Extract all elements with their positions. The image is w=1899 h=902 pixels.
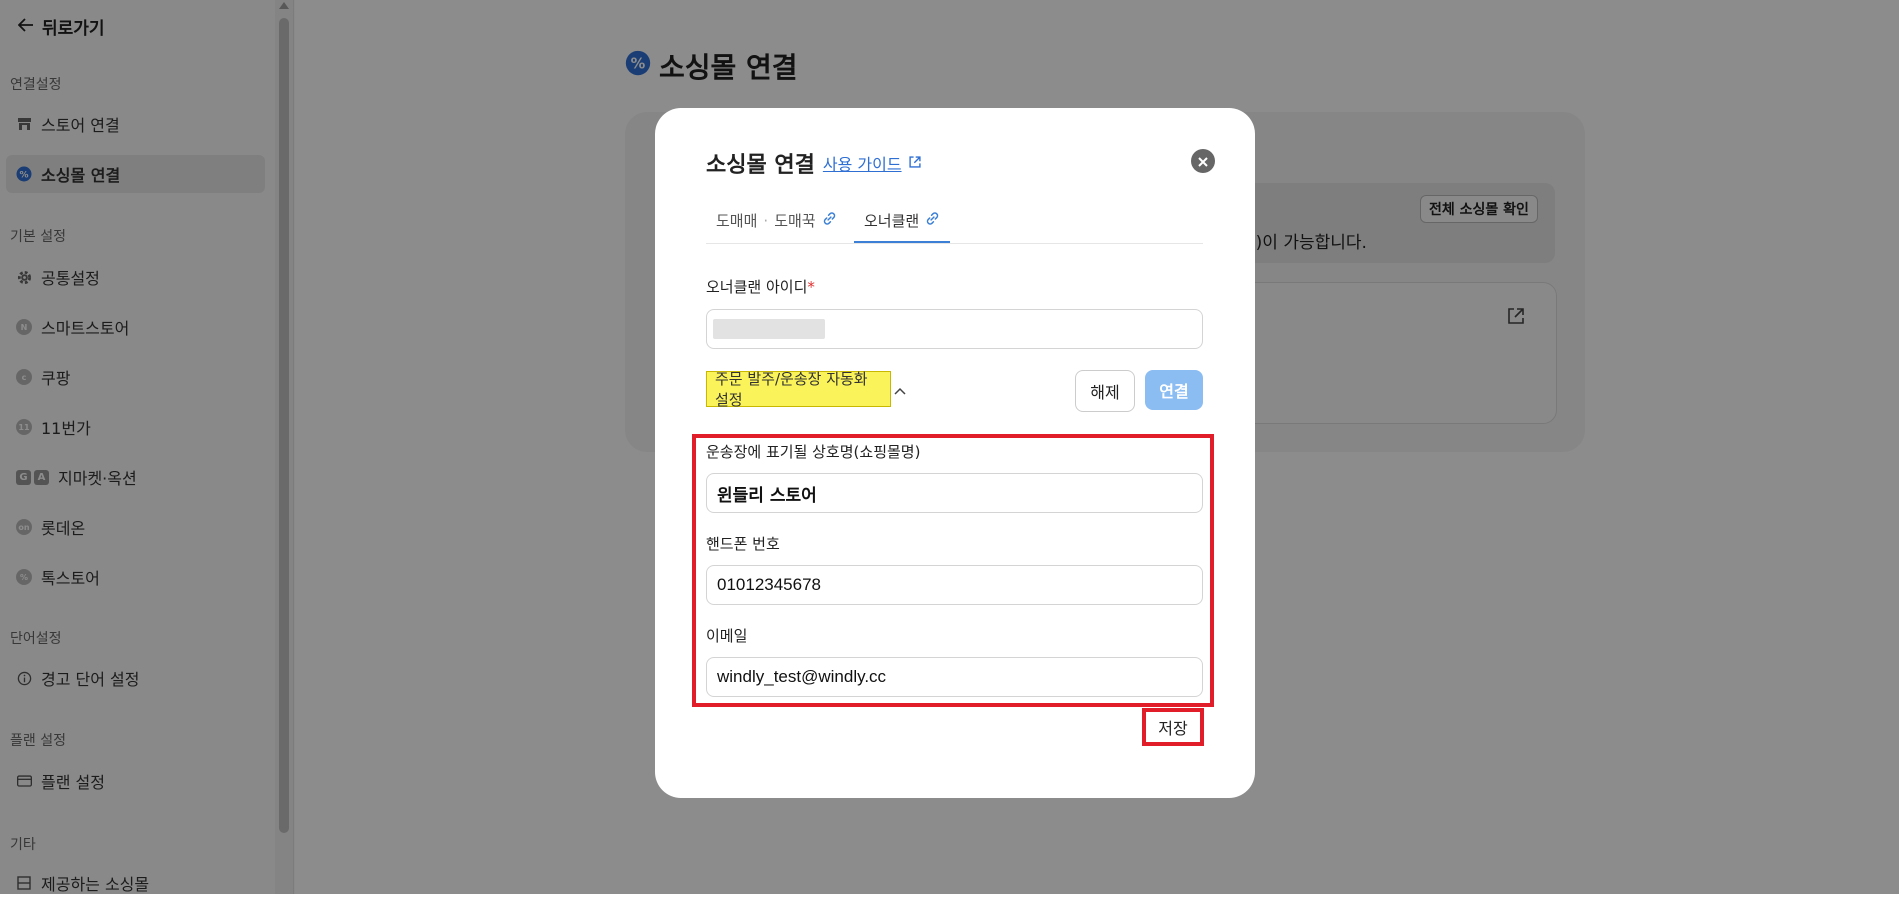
tab-label: 오너클랜: [864, 211, 920, 230]
link-icon: [925, 211, 940, 230]
tab-separator: ·: [763, 211, 769, 230]
owner-id-label-text: 오너클랜 아이디: [706, 278, 808, 296]
close-button[interactable]: [1191, 149, 1215, 173]
guide-link-label: 사용 가이드: [822, 155, 902, 174]
modal-title: 소싱몰 연결: [706, 153, 815, 178]
owner-id-label: 오너클랜 아이디*: [706, 276, 815, 297]
tab-domeme[interactable]: 도매매 · 도매꾹: [706, 199, 847, 242]
owner-id-input[interactable]: [706, 309, 1203, 349]
tab-ownerclan[interactable]: 오너클랜: [854, 199, 951, 243]
modal-header: 소싱몰 연결 사용 가이드: [706, 147, 922, 179]
guide-link[interactable]: 사용 가이드: [823, 151, 922, 175]
masked-value: [713, 319, 825, 339]
tab-label: 도매매: [716, 212, 758, 230]
close-icon: [1198, 152, 1208, 171]
save-button[interactable]: 저장: [1142, 708, 1204, 746]
external-link-icon: [908, 154, 922, 173]
annotation-highlight-box: [692, 434, 1214, 707]
auto-setting-label: 주문 발주/운송장 자동화 설정: [706, 370, 891, 409]
connect-button[interactable]: 연결: [1145, 370, 1203, 410]
auto-setting-toggle[interactable]: 주문 발주/운송장 자동화 설정: [706, 370, 906, 409]
tab-label: 도매꾹: [774, 212, 816, 230]
link-icon: [822, 211, 837, 230]
mall-tabs: 도매매 · 도매꾹 오너클랜: [706, 199, 1203, 244]
sourcing-connect-modal: 소싱몰 연결 사용 가이드 도매매 · 도매꾹 오너클랜 오너클랜 아이디* 주…: [655, 108, 1255, 798]
release-button[interactable]: 해제: [1075, 370, 1135, 412]
chevron-up-icon: [894, 380, 906, 399]
required-mark: *: [807, 278, 815, 296]
